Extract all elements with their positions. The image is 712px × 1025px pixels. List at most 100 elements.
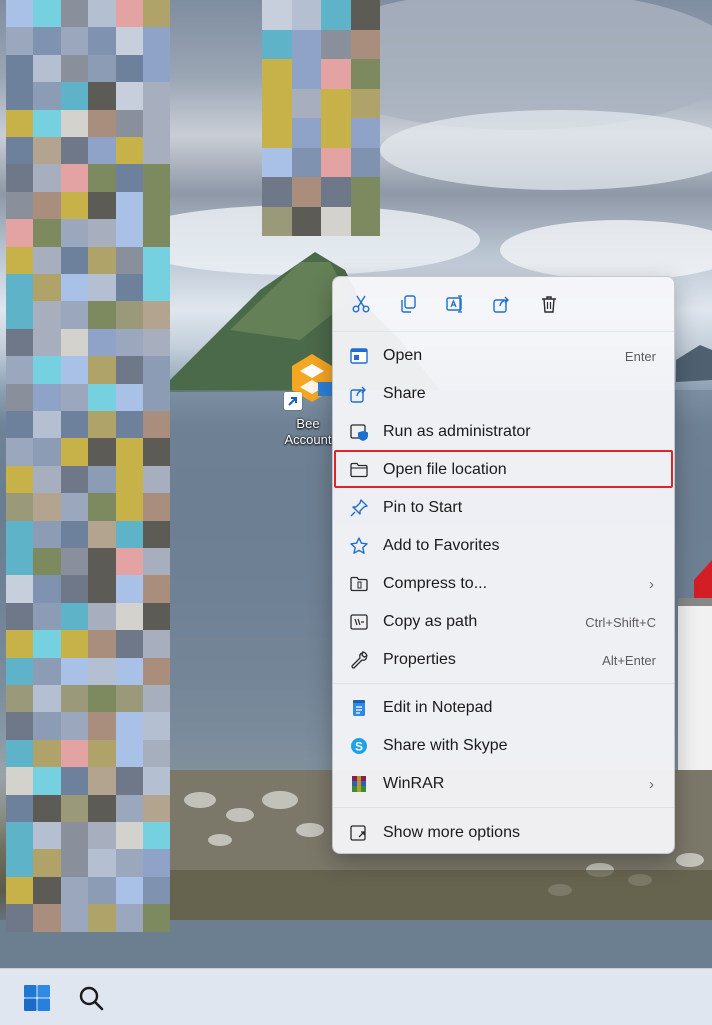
pixel-block — [88, 246, 116, 274]
menu-item-share[interactable]: Share — [333, 375, 674, 413]
pixel-block — [115, 328, 143, 357]
pixel-block — [33, 164, 61, 192]
menu-item-run-as-administrator[interactable]: Run as administrator — [333, 413, 674, 451]
pixel-block — [115, 575, 143, 603]
menu-item-add-to-favorites[interactable]: Add to Favorites — [333, 527, 674, 565]
pixel-block — [60, 137, 89, 165]
pixel-block — [88, 54, 116, 83]
pixel-block — [115, 438, 143, 466]
pixel-block — [33, 54, 61, 83]
pixel-block — [88, 356, 116, 384]
scissors-icon — [352, 295, 370, 313]
pixel-block — [60, 219, 89, 247]
pixel-block — [60, 465, 89, 494]
pixel-block — [291, 206, 321, 236]
pixel-block — [33, 602, 61, 631]
pixel-block — [33, 712, 61, 740]
pixel-block — [115, 246, 143, 274]
pixel-block — [350, 206, 380, 236]
shortcut-arrow-icon — [284, 392, 302, 410]
pixel-block — [33, 383, 61, 411]
pixel-block — [6, 822, 34, 850]
menu-item-edit-in-notepad[interactable]: Edit in Notepad — [333, 689, 674, 727]
pixel-block — [60, 602, 89, 631]
menu-item-compress-to[interactable]: Compress to... › — [333, 565, 674, 603]
pixel-block — [33, 657, 61, 685]
pixel-block — [33, 849, 61, 877]
pixel-block — [33, 520, 61, 548]
cut-button[interactable] — [343, 287, 379, 321]
pixel-block — [115, 383, 143, 411]
pixel-block — [6, 876, 34, 905]
pixel-block — [60, 356, 89, 384]
pixel-block — [143, 191, 171, 220]
pixel-block — [115, 54, 143, 83]
pixel-block — [115, 794, 143, 822]
share-quick-button[interactable] — [484, 287, 520, 321]
pixel-block — [60, 411, 89, 439]
pixel-block — [33, 356, 61, 384]
pixel-block — [88, 685, 116, 713]
zip-folder-icon — [350, 576, 368, 592]
pixel-block — [350, 118, 380, 148]
pixel-block — [115, 548, 143, 576]
menu-item-copy-as-path[interactable]: Copy as path Ctrl+Shift+C — [333, 603, 674, 641]
pixel-block — [6, 575, 34, 603]
pixel-block — [143, 849, 171, 877]
pixel-block — [143, 383, 171, 411]
pixel-block — [88, 548, 116, 576]
pixel-block — [6, 739, 34, 768]
menu-item-winrar[interactable]: WinRAR › — [333, 765, 674, 803]
pixel-block — [143, 164, 171, 192]
pixel-block — [115, 109, 143, 137]
copy-icon — [401, 295, 416, 313]
menu-item-open-file-location[interactable]: Open file location — [333, 450, 674, 489]
pixel-block — [321, 118, 351, 148]
rename-button[interactable] — [437, 287, 473, 321]
pixel-block — [88, 411, 116, 439]
pixel-block — [88, 575, 116, 603]
pixel-block — [115, 685, 143, 713]
pixel-block — [33, 822, 61, 850]
pixel-block — [60, 164, 89, 192]
copy-button[interactable] — [390, 287, 426, 321]
pixel-block — [6, 191, 34, 220]
menu-item-pin-to-start[interactable]: Pin to Start — [333, 489, 674, 527]
pin-icon — [350, 499, 368, 517]
search-button[interactable] — [76, 983, 106, 1013]
pixel-block — [6, 328, 34, 357]
pixel-block — [6, 164, 34, 192]
delete-button[interactable] — [531, 287, 567, 321]
trash-icon — [542, 296, 556, 313]
pixel-block — [6, 219, 34, 247]
pixel-block — [115, 849, 143, 877]
pixel-block — [33, 328, 61, 357]
pixel-block — [6, 493, 34, 521]
pixel-block — [143, 712, 171, 740]
menu-item-label: Properties — [383, 651, 456, 668]
pixel-block — [143, 109, 171, 137]
pixel-block — [143, 493, 171, 521]
pixel-block — [33, 548, 61, 576]
chevron-right-icon: › — [649, 576, 654, 593]
pixel-block — [115, 712, 143, 740]
pixel-block — [6, 465, 34, 494]
pixel-block — [33, 575, 61, 603]
pixel-block — [33, 438, 61, 466]
app-window-icon — [350, 348, 368, 364]
pixel-block — [60, 904, 89, 932]
menu-item-label: Copy as path — [383, 613, 478, 630]
menu-item-share-with-skype[interactable]: S Share with Skype — [333, 727, 674, 765]
menu-item-show-more-options[interactable]: Show more options — [333, 814, 674, 852]
pixel-block — [88, 219, 116, 247]
start-button[interactable] — [22, 983, 52, 1013]
pixel-block — [60, 548, 89, 576]
pixel-block — [60, 82, 89, 110]
search-icon — [79, 986, 104, 1011]
pixel-block — [6, 82, 34, 110]
pixel-block — [33, 411, 61, 439]
pixel-block — [88, 657, 116, 685]
menu-item-open[interactable]: Open Enter — [333, 337, 674, 375]
pixel-block — [60, 767, 89, 795]
menu-item-properties[interactable]: Properties Alt+Enter — [333, 641, 674, 679]
